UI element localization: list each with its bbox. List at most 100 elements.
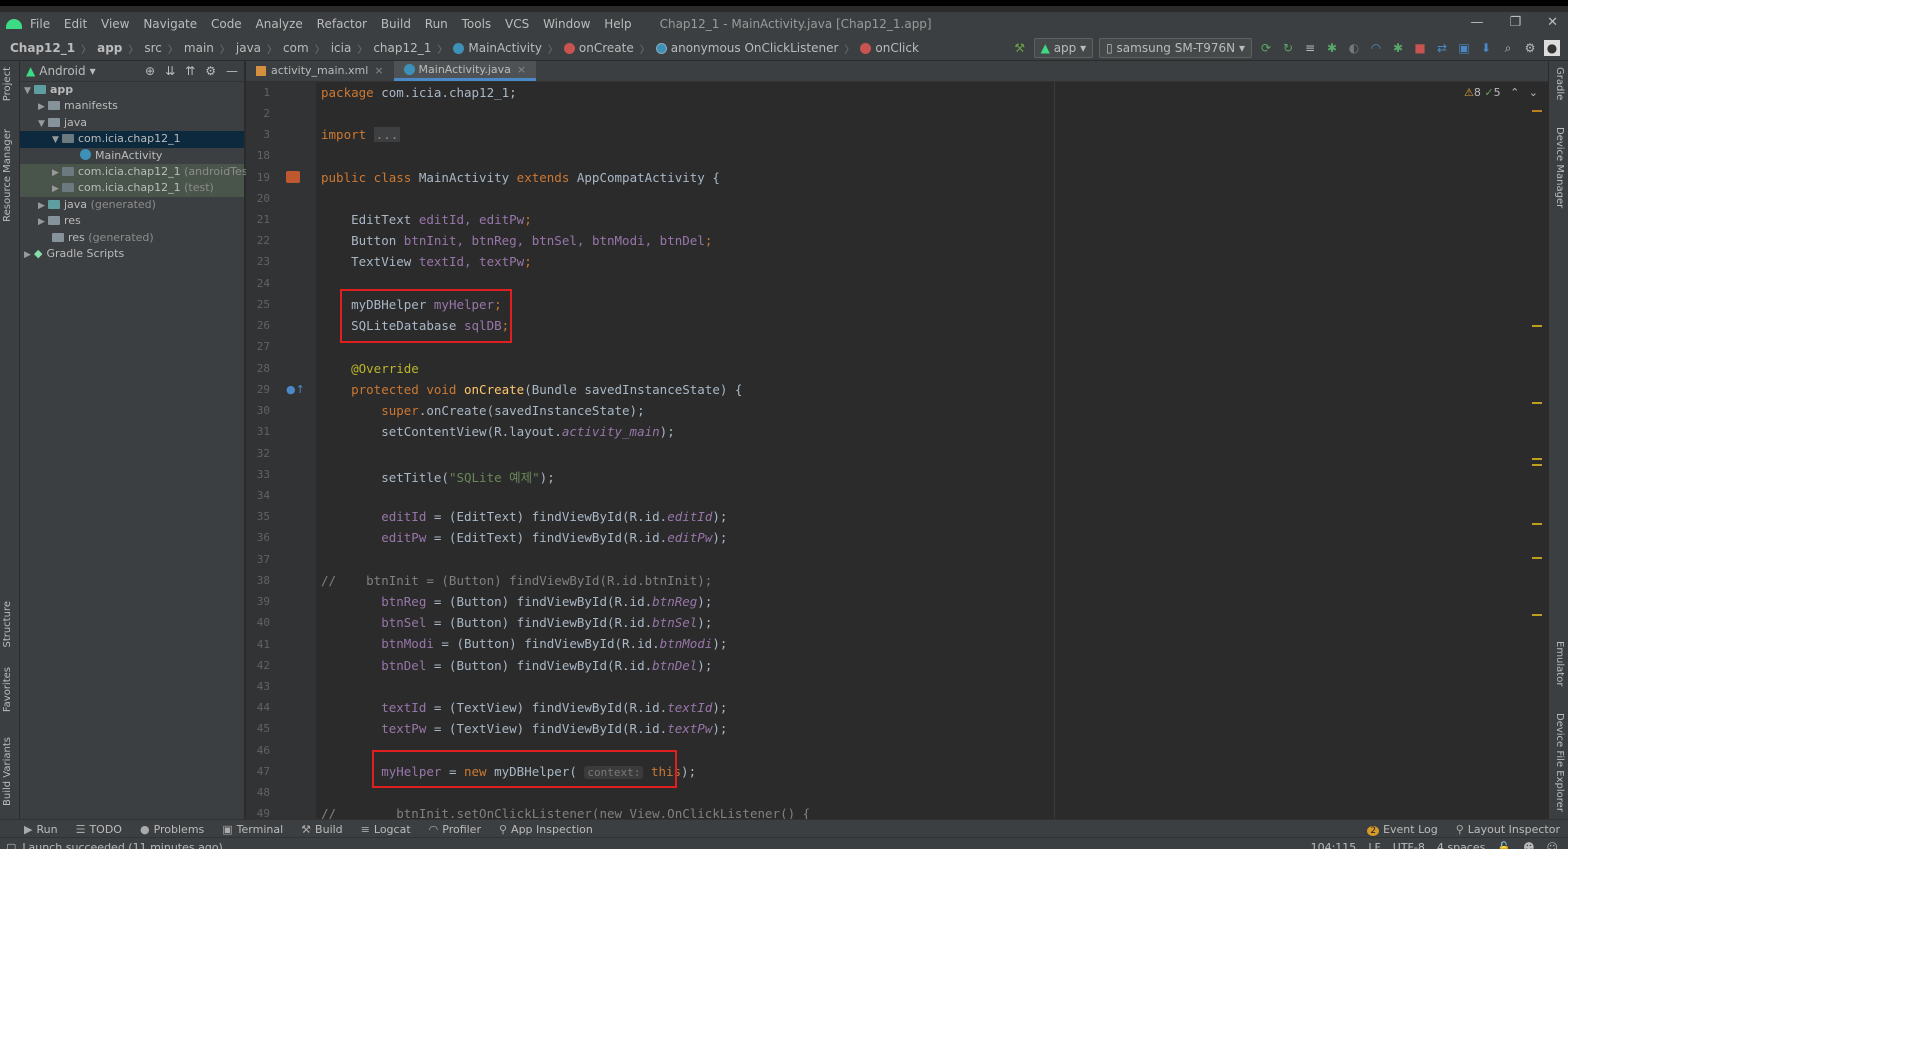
warning-stripe-marker[interactable] (1532, 402, 1542, 404)
menu-build[interactable]: Build (381, 17, 411, 31)
crumb-project[interactable]: Chap12_1 (10, 41, 75, 55)
menu-file[interactable]: File (30, 17, 50, 31)
status-toggle-icon[interactable]: ▢ (6, 841, 16, 850)
android-class-gutter-icon[interactable] (286, 171, 300, 183)
indent-setting[interactable]: 4 spaces (1437, 841, 1486, 850)
project-view-select[interactable]: Android (39, 64, 85, 78)
device-manager-icon[interactable]: ▣ (1456, 40, 1472, 56)
close-icon[interactable]: ✕ (1547, 15, 1558, 30)
project-tool-tab[interactable]: Project (2, 67, 13, 101)
menu-analyze[interactable]: Analyze (256, 17, 303, 31)
stop-icon[interactable]: ■ (1412, 40, 1428, 56)
attach-debugger-icon[interactable]: ✱ (1390, 40, 1406, 56)
run-tests-icon[interactable]: ≡ (1302, 40, 1318, 56)
debug-icon[interactable]: ✱ (1324, 40, 1340, 56)
account-icon[interactable]: ● (1544, 40, 1560, 56)
close-tab-icon[interactable]: × (374, 61, 383, 81)
menu-run[interactable]: Run (425, 17, 448, 31)
crumb-method[interactable]: onCreate (579, 41, 634, 55)
tree-item-package-androidtest[interactable]: ▶ com.icia.chap12_1 (androidTest) (20, 163, 256, 181)
tree-item-java-generated[interactable]: ▶ java (generated) (20, 197, 244, 213)
code-editor[interactable]: ⚠8 ✓5 ⌃ ⌄ 1 2 3 18 19 20 21 22 23 24 25 … (246, 82, 1548, 819)
run-tool-button[interactable]: ▶ Run (24, 823, 58, 836)
device-manager-tab[interactable]: Device Manager (1554, 127, 1565, 208)
sdk-manager-icon[interactable]: ⬇ (1478, 40, 1494, 56)
apply-code-changes-icon[interactable]: ↻ (1280, 40, 1296, 56)
inspection-widget[interactable]: ⚠8 ✓5 ⌃ ⌄ (1464, 86, 1538, 99)
expand-all-icon[interactable]: ⇊ (165, 64, 175, 78)
collapse-all-icon[interactable]: ⇈ (185, 64, 195, 78)
crumb-anonymous[interactable]: anonymous OnClickListener (671, 41, 839, 55)
build-tool-button[interactable]: ⚒ Build (301, 823, 343, 836)
menu-refactor[interactable]: Refactor (317, 17, 367, 31)
status-message[interactable]: Launch succeeded (11 minutes ago) (22, 841, 222, 850)
warning-stripe-marker[interactable] (1532, 614, 1542, 616)
warning-stripe-marker[interactable] (1532, 325, 1542, 327)
caret-position[interactable]: 104:115 (1311, 841, 1357, 850)
structure-tab[interactable]: Structure (2, 601, 13, 648)
tab-mainactivity-java[interactable]: MainActivity.java × (393, 60, 537, 81)
tree-item-java[interactable]: ▼ java (20, 115, 244, 131)
gear-icon[interactable]: ⚙ (205, 64, 216, 78)
close-tab-icon[interactable]: × (517, 60, 526, 80)
crumb-module[interactable]: app (97, 41, 122, 55)
memory-indicator-icon[interactable]: ☻ (1523, 841, 1534, 850)
device-select[interactable]: ▯ samsung SM-T976N ▾ (1099, 38, 1252, 58)
logcat-tool-button[interactable]: ≡ Logcat (361, 823, 411, 836)
menu-tools[interactable]: Tools (462, 17, 492, 31)
menu-vcs[interactable]: VCS (505, 17, 529, 31)
menu-window[interactable]: Window (543, 17, 590, 31)
chevron-up-icon[interactable]: ⌃ (1510, 86, 1519, 99)
warning-stripe-marker[interactable] (1532, 523, 1542, 525)
minimize-icon[interactable]: — (1470, 15, 1483, 30)
profiler-tool-button[interactable]: ◠ Profiler (429, 823, 481, 836)
line-separator[interactable]: LF (1368, 841, 1380, 850)
restore-icon[interactable]: ❐ (1509, 15, 1521, 30)
sync-gradle-icon[interactable]: ⇄ (1434, 40, 1450, 56)
crumb-com[interactable]: com (283, 41, 309, 55)
smiley-feedback-icon[interactable]: ☺ (1547, 841, 1558, 850)
crumb-java[interactable]: java (236, 41, 261, 55)
hide-icon[interactable]: — (226, 64, 238, 78)
lock-icon[interactable]: 🔓 (1497, 841, 1511, 850)
warning-stripe-marker[interactable] (1532, 557, 1542, 559)
emulator-tab[interactable]: Emulator (1554, 641, 1565, 686)
warning-stripe-marker[interactable] (1532, 458, 1542, 460)
override-method-icon[interactable]: ●↑ (286, 383, 305, 396)
problems-tool-button[interactable]: ● Problems (140, 823, 204, 836)
crumb-icia[interactable]: icia (331, 41, 352, 55)
apply-changes-icon[interactable]: ⟳ (1258, 40, 1274, 56)
layout-inspector-button[interactable]: ⚲ Layout Inspector (1456, 823, 1560, 836)
warning-stripe-marker[interactable] (1532, 464, 1542, 466)
crumb-main[interactable]: main (184, 41, 214, 55)
menu-code[interactable]: Code (211, 17, 242, 31)
terminal-tool-button[interactable]: ▣ Terminal (222, 823, 283, 836)
tree-item-gradle-scripts[interactable]: ▶ ◆ Gradle Scripts (20, 246, 244, 262)
app-inspection-tool-button[interactable]: ⚲ App Inspection (499, 823, 593, 836)
chevron-down-icon[interactable]: ▾ (90, 64, 96, 78)
resource-manager-tab[interactable]: Resource Manager (2, 129, 13, 222)
build-variants-tab[interactable]: Build Variants (2, 737, 13, 806)
make-project-icon[interactable]: ⚒ (1012, 40, 1028, 56)
tree-item-res-generated[interactable]: res (generated) (20, 230, 244, 246)
run-config-select[interactable]: ▲ app ▾ (1033, 38, 1094, 58)
tree-item-package-test[interactable]: ▶ com.icia.chap12_1 (test) (20, 180, 244, 197)
menu-navigate[interactable]: Navigate (143, 17, 197, 31)
crumb-class[interactable]: MainActivity (468, 41, 542, 55)
event-log-button[interactable]: 2 Event Log (1367, 823, 1438, 836)
favorites-tab[interactable]: Favorites (2, 667, 13, 712)
tab-activity-main-xml[interactable]: activity_main.xml × (246, 61, 394, 81)
tree-item-res[interactable]: ▶ res (20, 213, 244, 229)
menu-help[interactable]: Help (604, 17, 631, 31)
menu-edit[interactable]: Edit (64, 17, 87, 31)
tree-item-manifests[interactable]: ▶ manifests (20, 98, 244, 114)
error-stripe-marker[interactable] (1532, 110, 1542, 112)
chevron-down-icon[interactable]: ⌄ (1529, 86, 1538, 99)
settings-icon[interactable]: ⚙ (1522, 40, 1538, 56)
crumb-src[interactable]: src (144, 41, 162, 55)
todo-tool-button[interactable]: ☰ TODO (76, 823, 122, 836)
file-encoding[interactable]: UTF-8 (1393, 841, 1425, 850)
search-icon[interactable]: ⌕ (1500, 40, 1516, 56)
crumb-package[interactable]: chap12_1 (373, 41, 431, 55)
locate-icon[interactable]: ⊕ (145, 64, 155, 78)
